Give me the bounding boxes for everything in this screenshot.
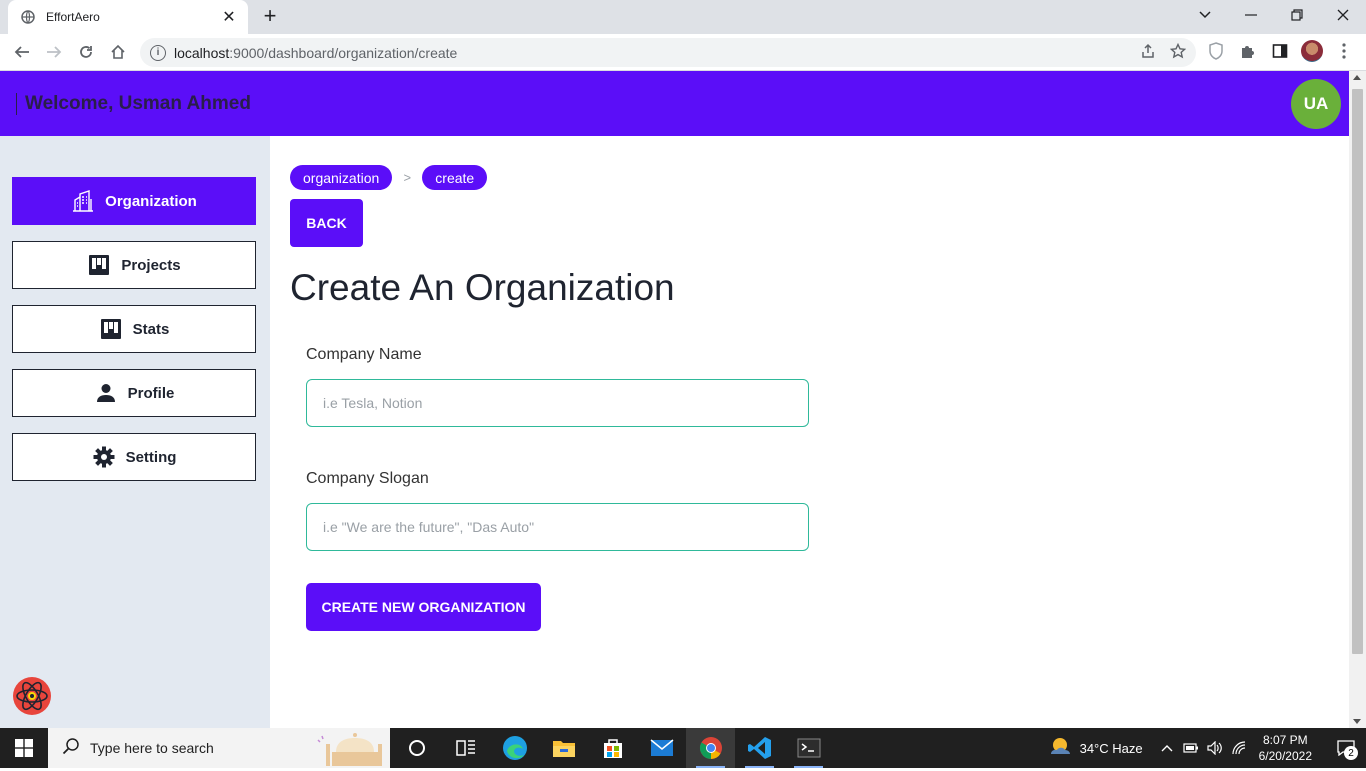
scroll-up-icon[interactable]	[1353, 75, 1361, 80]
reload-icon[interactable]	[74, 40, 98, 64]
bookmark-star-icon[interactable]	[1169, 42, 1187, 64]
file-explorer-icon[interactable]	[539, 728, 588, 768]
close-window-icon[interactable]	[1320, 0, 1366, 30]
taskbar: Type here to search 34°C Haze 8:07 PM 6/…	[0, 728, 1366, 768]
terminal-icon[interactable]	[784, 728, 833, 768]
company-name-input[interactable]	[306, 379, 809, 427]
notification-badge: 2	[1344, 746, 1358, 760]
user-avatar[interactable]: UA	[1291, 79, 1341, 129]
react-devtools-icon[interactable]	[12, 676, 52, 716]
cortana-icon[interactable]	[392, 728, 441, 768]
close-tab-icon[interactable]: ✕	[220, 7, 238, 27]
chrome-icon[interactable]	[686, 728, 735, 768]
edge-icon[interactable]	[490, 728, 539, 768]
shield-icon[interactable]	[1205, 40, 1227, 62]
sidebar-item-projects[interactable]: Projects	[12, 241, 256, 289]
windows-start-icon[interactable]	[0, 728, 48, 768]
page-scrollbar[interactable]	[1349, 71, 1366, 728]
breadcrumb-separator: >	[403, 170, 412, 185]
tab-title: EffortAero	[46, 10, 100, 24]
sidebar: Organization Projects Stats Profile Sett…	[0, 136, 270, 728]
address-bar[interactable]: i localhost:9000/dashboard/organization/…	[140, 38, 1196, 67]
url-host: localhost	[174, 44, 230, 61]
clock-date: 6/20/2022	[1258, 749, 1312, 763]
weather-widget[interactable]: 34°C Haze	[1048, 736, 1143, 761]
page-title: Create An Organization	[290, 267, 675, 308]
browser-tab[interactable]: EffortAero ✕	[8, 0, 248, 34]
search-placeholder: Type here to search	[90, 740, 214, 756]
search-highlight-icon	[314, 730, 386, 766]
browser-tab-bar: EffortAero ✕ +	[0, 0, 1366, 34]
sidebar-item-label: Profile	[127, 384, 175, 402]
sidebar-item-setting[interactable]: Setting	[12, 433, 256, 481]
welcome-text: Welcome, Usman Ahmed	[16, 93, 251, 115]
new-tab-button[interactable]: +	[258, 5, 282, 29]
search-icon	[62, 737, 80, 760]
forward-arrow-icon[interactable]	[42, 40, 66, 64]
home-icon[interactable]	[106, 40, 130, 64]
gear-icon	[92, 445, 116, 469]
system-tray: 34°C Haze 8:07 PM 6/20/2022 2	[1048, 728, 1366, 768]
puzzle-extensions-icon[interactable]	[1237, 40, 1259, 62]
chevron-up-icon[interactable]	[1155, 744, 1179, 752]
share-icon[interactable]	[1140, 43, 1156, 64]
restore-icon[interactable]	[1274, 0, 1320, 30]
back-arrow-icon[interactable]	[10, 40, 34, 64]
battery-icon[interactable]	[1179, 743, 1203, 753]
company-slogan-label: Company Slogan	[306, 470, 429, 487]
sidebar-item-stats[interactable]: Stats	[12, 305, 256, 353]
more-menu-icon[interactable]	[1333, 40, 1355, 62]
minimize-icon[interactable]	[1228, 0, 1274, 30]
create-organization-button[interactable]: CREATE NEW ORGANIZATION	[306, 583, 541, 631]
weather-text: 34°C Haze	[1079, 740, 1143, 756]
weather-icon	[1048, 736, 1072, 761]
browser-toolbar: i localhost:9000/dashboard/organization/…	[0, 34, 1366, 71]
company-name-label: Company Name	[306, 346, 422, 363]
microsoft-store-icon[interactable]	[588, 728, 637, 768]
clock[interactable]: 8:07 PM 6/20/2022	[1259, 732, 1312, 764]
extension-area	[1205, 40, 1355, 62]
sidebar-item-organization[interactable]: Organization	[12, 177, 256, 225]
sidebar-item-label: Stats	[132, 320, 170, 338]
breadcrumb-organization[interactable]: organization	[290, 165, 393, 190]
building-icon	[71, 189, 95, 213]
mail-icon[interactable]	[637, 728, 686, 768]
clock-time: 8:07 PM	[1262, 733, 1308, 747]
breadcrumb-create[interactable]: create	[422, 165, 488, 190]
sidebar-item-label: Setting	[125, 448, 177, 466]
window-controls	[1182, 0, 1366, 30]
breadcrumb: organization > create	[290, 165, 488, 190]
main-content: organization > create BACK Create An Org…	[270, 136, 1349, 728]
sidebar-item-profile[interactable]: Profile	[12, 369, 256, 417]
tab-search-icon[interactable]	[1182, 0, 1228, 30]
globe-icon	[20, 9, 36, 25]
notification-center-icon[interactable]: 2	[1326, 728, 1366, 768]
board-icon	[99, 317, 123, 341]
back-button[interactable]: BACK	[290, 199, 363, 247]
taskbar-search[interactable]: Type here to search	[48, 728, 390, 768]
sidebar-item-label: Projects	[121, 256, 181, 274]
sidebar-item-label: Organization	[105, 192, 197, 210]
profile-avatar-icon[interactable]	[1301, 40, 1323, 62]
taskbar-apps	[392, 728, 833, 768]
company-slogan-input[interactable]	[306, 503, 809, 551]
scroll-thumb[interactable]	[1352, 89, 1363, 654]
app-header: Welcome, Usman Ahmed UA	[0, 71, 1349, 136]
wifi-icon[interactable]	[1227, 741, 1251, 755]
person-icon	[94, 381, 118, 405]
board-icon	[87, 253, 111, 277]
task-view-icon[interactable]	[441, 728, 490, 768]
scroll-down-icon[interactable]	[1353, 719, 1361, 724]
site-info-icon[interactable]: i	[150, 44, 166, 61]
speaker-icon[interactable]	[1203, 741, 1227, 755]
side-panel-icon[interactable]	[1269, 40, 1291, 62]
url-path: :9000/dashboard/organization/create	[229, 44, 458, 61]
vscode-icon[interactable]	[735, 728, 784, 768]
